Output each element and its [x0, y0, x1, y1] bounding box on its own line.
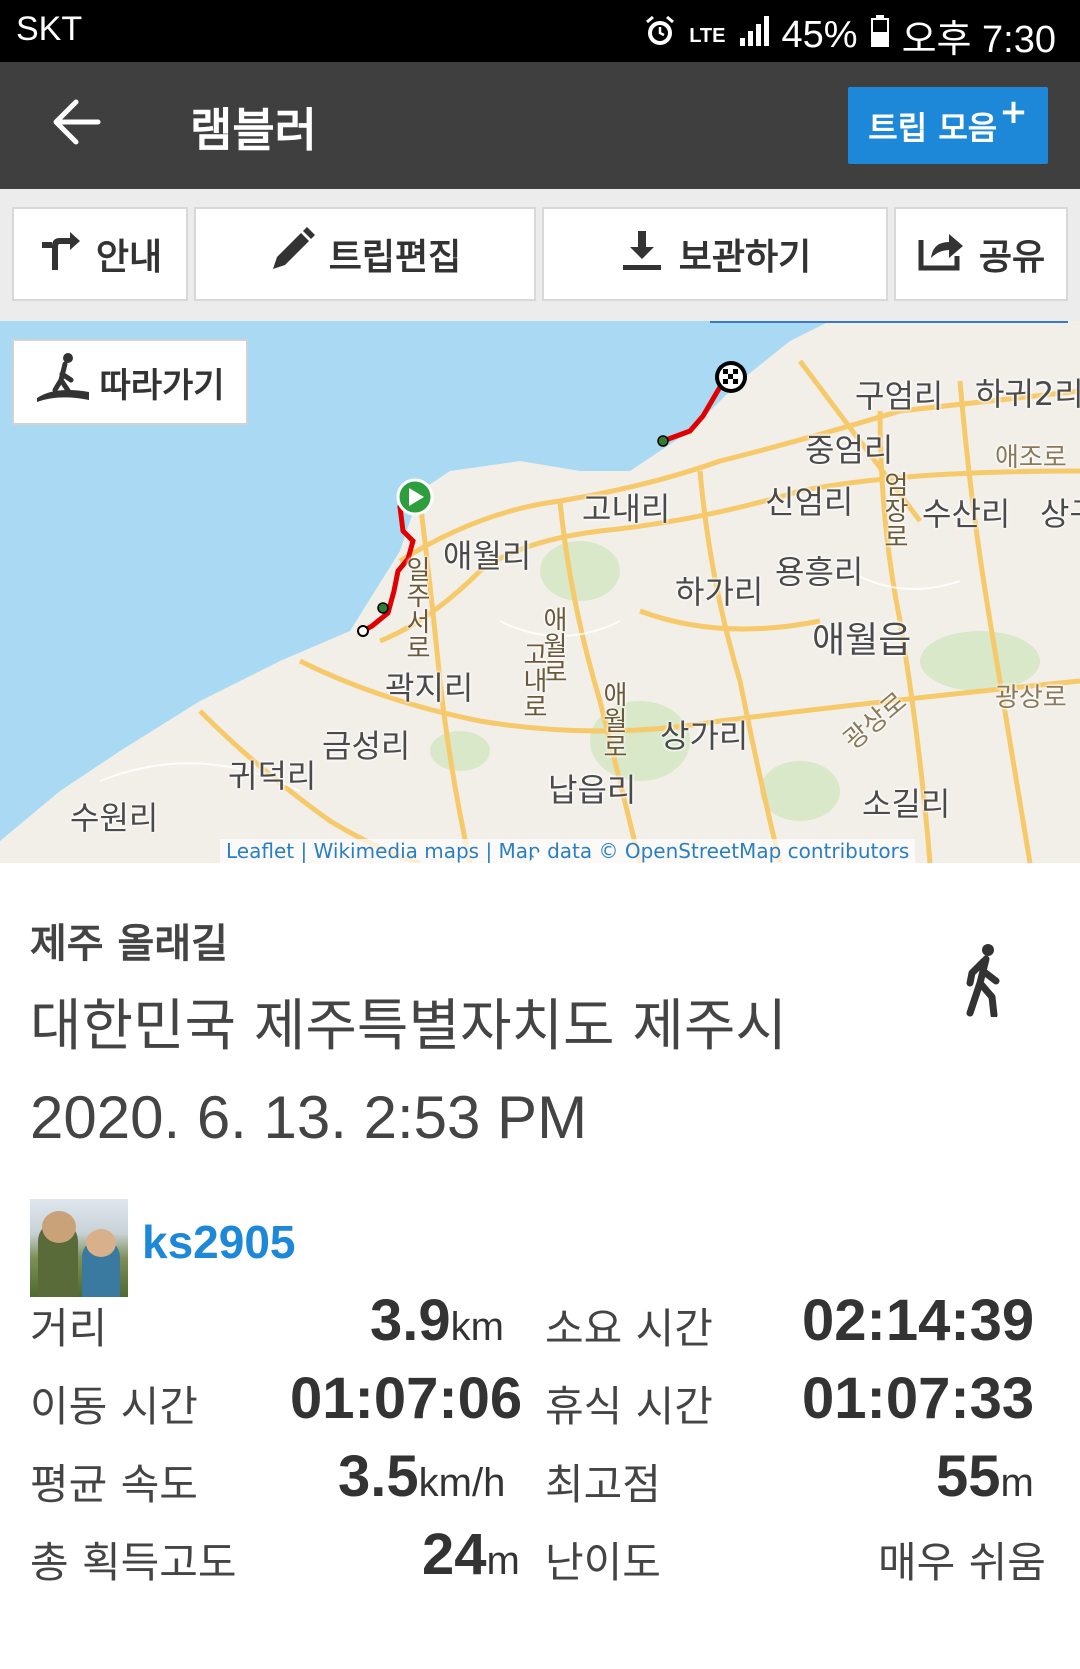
map-attribution[interactable]: Leaflet | Wikimedia maps | Map data © Op…	[220, 839, 916, 863]
rest-time-value: 01:07:33	[802, 1366, 1035, 1431]
follow-label: 따라가기	[99, 365, 225, 406]
duration-value: 02:14:39	[802, 1288, 1035, 1353]
map-label: 중엄리	[805, 431, 894, 469]
guide-label: 안내	[95, 237, 163, 278]
action-toolbar: 안내 트립편집 보관하기 공유	[0, 189, 1080, 321]
trip-location: 대한민국 제주특별자치도 제주시	[30, 994, 787, 1059]
start-marker-icon	[396, 478, 434, 516]
map-label: 귀덕리	[228, 757, 317, 795]
elevation-gain-value: 24m	[422, 1522, 520, 1587]
share-label: 공유	[978, 237, 1046, 278]
pencil-icon	[269, 226, 315, 282]
save-label: 보관하기	[678, 237, 812, 278]
map-label: 곽지리	[385, 669, 474, 707]
share-icon	[917, 228, 965, 281]
map-label: 납읍리	[548, 771, 637, 809]
clock: 오후 7:30	[901, 19, 1056, 61]
app-bar: 램블러 트립 모음 +	[0, 62, 1080, 189]
map-label: 엄장로	[879, 471, 909, 549]
duration-label: 소요 시간	[545, 1304, 713, 1353]
max-altitude-label: 최고점	[545, 1460, 661, 1509]
lte-icon: LTE	[689, 24, 726, 47]
battery-icon	[870, 14, 890, 58]
map-label: 광상로	[995, 683, 1067, 713]
map-label: 애조로	[995, 443, 1067, 473]
distance-value: 3.9km	[370, 1288, 504, 1353]
follow-button[interactable]: 따라가기	[12, 339, 248, 425]
map-label: 구엄리	[855, 377, 944, 415]
finish-flag-icon	[715, 361, 747, 393]
guide-button[interactable]: 안내	[12, 207, 188, 301]
rest-time-label: 휴식 시간	[545, 1382, 713, 1431]
battery-percent: 45%	[781, 14, 858, 56]
trip-category: 제주 올래길	[30, 921, 228, 967]
map-label: 하귀2리	[975, 375, 1080, 413]
difficulty-value: 매우 쉬움	[878, 1538, 1046, 1587]
map-label: 애월리	[443, 537, 532, 575]
map-label: 금성리	[322, 727, 411, 765]
download-icon	[619, 227, 665, 282]
avg-speed-label: 평균 속도	[30, 1460, 198, 1509]
edit-trip-button[interactable]: 트립편집	[194, 207, 536, 301]
elevation-gain-label: 총 획득고도	[30, 1538, 237, 1587]
map-label: 고내로	[518, 641, 548, 719]
map-label: 애월읍	[812, 620, 912, 661]
save-button[interactable]: 보관하기	[542, 207, 888, 301]
map-label: 고내리	[582, 490, 671, 528]
max-altitude-value: 55m	[936, 1444, 1034, 1509]
turn-sign-icon	[38, 228, 82, 281]
map-label: 상구	[1040, 495, 1080, 533]
walking-icon	[962, 943, 1008, 1019]
back-arrow-icon[interactable]	[48, 92, 108, 152]
alarm-icon	[643, 14, 677, 58]
avg-speed-value: 3.5km/h	[338, 1444, 506, 1509]
signal-icon	[738, 14, 770, 58]
map-label: 수산리	[922, 495, 1011, 533]
plus-icon: +	[999, 91, 1028, 132]
carrier-label: SKT	[16, 10, 83, 48]
map-label: 용흥리	[775, 553, 864, 591]
share-button[interactable]: 공유	[894, 207, 1068, 301]
app-title: 램블러	[190, 103, 317, 157]
distance-label: 거리	[30, 1304, 108, 1353]
map-label: 일주서로	[401, 556, 431, 660]
map-label: 신엄리	[765, 483, 854, 521]
moving-time-label: 이동 시간	[30, 1382, 198, 1431]
trip-datetime: 2020. 6. 13. 2:53 PM	[30, 1084, 588, 1151]
trip-details: 제주 올래길 대한민국 제주특별자치도 제주시 2020. 6. 13. 2:5…	[0, 851, 1080, 1669]
map-label: 수원리	[70, 799, 159, 837]
difficulty-label: 난이도	[545, 1538, 661, 1587]
trip-map[interactable]: 구엄리 하귀2리 중엄리 애조로 신엄리 수산리 상구 고내리 애월리 용흥리 …	[0, 321, 1080, 863]
map-label: 소길리	[862, 785, 951, 823]
username-link[interactable]: ks2905	[142, 1215, 296, 1269]
map-label: 애월로	[598, 681, 628, 759]
hiker-icon	[35, 350, 91, 415]
map-label: 하가리	[675, 573, 764, 611]
user-avatar[interactable]	[30, 1199, 128, 1297]
trip-collection-button[interactable]: 트립 모음 +	[848, 87, 1048, 164]
edit-trip-label: 트립편집	[328, 237, 462, 278]
map-label: 상가리	[660, 717, 749, 755]
status-bar: SKT LTE 45% 오후 7:30	[0, 0, 1080, 62]
moving-time-value: 01:07:06	[290, 1366, 523, 1431]
panel-notch	[526, 851, 554, 865]
trip-collection-label: 트립 모음	[868, 108, 998, 147]
status-icons: LTE 45% 오후 7:30	[643, 8, 1056, 63]
